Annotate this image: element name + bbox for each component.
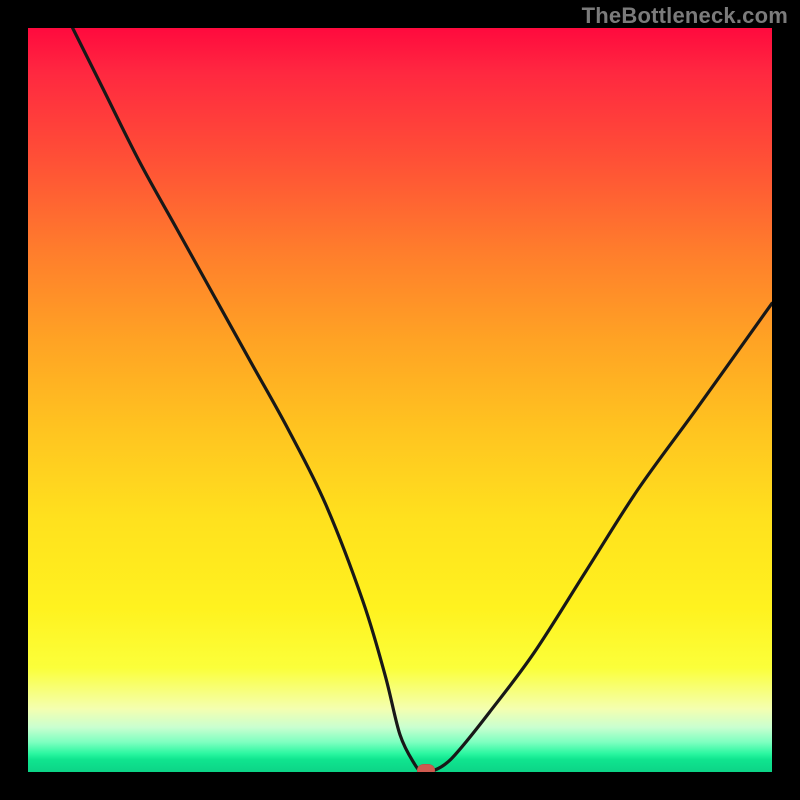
plot-area — [28, 28, 772, 772]
bottleneck-curve — [28, 28, 772, 772]
bottleneck-curve-path — [73, 28, 772, 772]
optimum-marker — [417, 764, 435, 772]
attribution-text: TheBottleneck.com — [582, 3, 788, 29]
chart-frame: TheBottleneck.com — [0, 0, 800, 800]
